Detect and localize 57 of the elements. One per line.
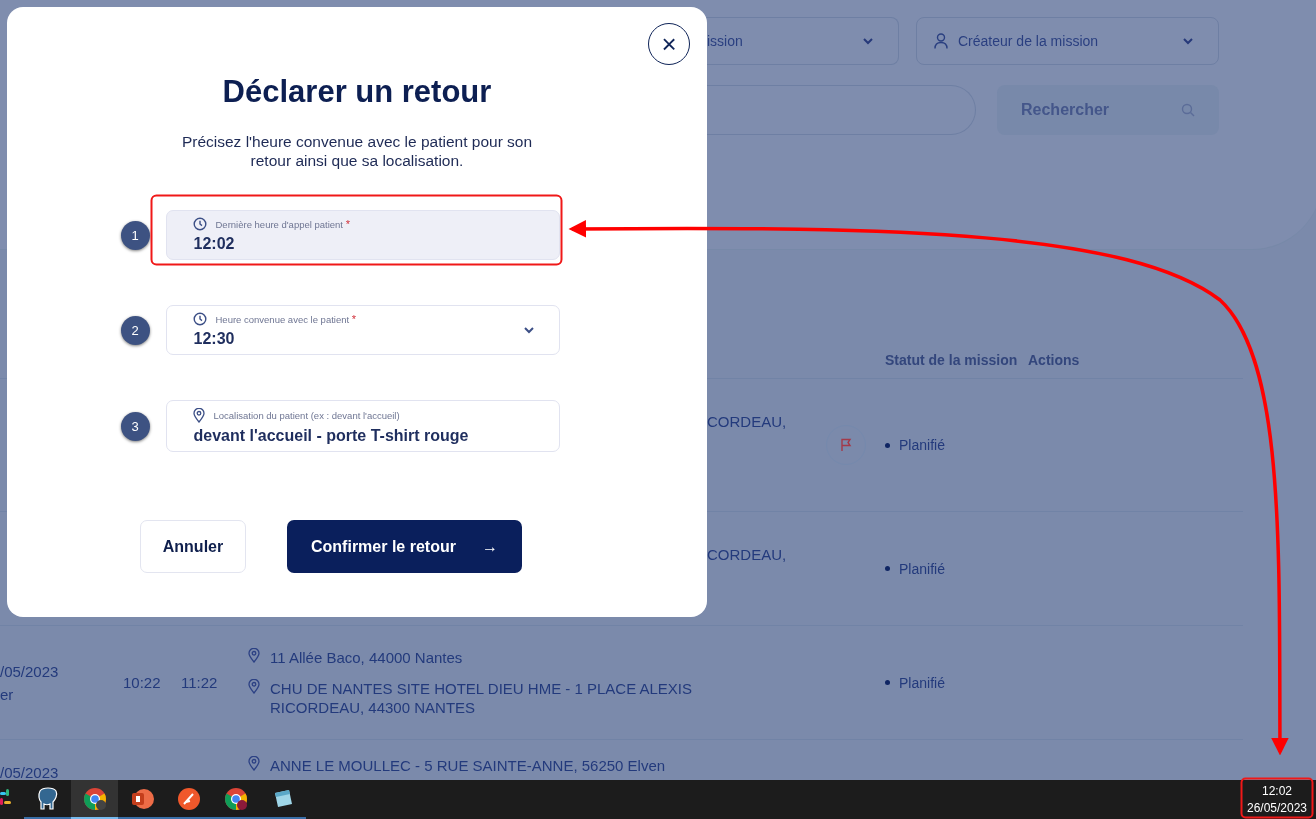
chevron-down-icon — [862, 37, 874, 45]
step-number: 1 — [120, 220, 150, 250]
pin-icon — [248, 648, 260, 663]
dropdown-label: Créateur de la mission — [958, 33, 1099, 49]
browser-icon — [82, 786, 107, 811]
dropoff-address: CHU DE NANTES SITE HOTEL DIEU HME - 1 PLACE ALEXIS RICORDEAU, 44300 NANTES — [270, 679, 694, 717]
pin-icon — [248, 756, 260, 771]
clock-icon — [192, 312, 207, 326]
arrow-icon: → — [482, 537, 498, 556]
dialog-title: Déclarer un retour — [222, 74, 492, 110]
pickup-address: ANNE LE MOULLEC - 5 RUE SAINTE-ANNE, 56250 Elven — [270, 756, 666, 775]
date-cell: /05/2023 — [0, 662, 59, 680]
clock-time: 12:02 — [1262, 782, 1292, 800]
step-number: 2 — [120, 315, 150, 345]
input-field[interactable]: Localisation du patient (ex : devant l'accueil) devant l'accueil - porte T-shirt rouge — [165, 400, 560, 452]
type-cell: er — [0, 685, 14, 703]
time-dropdown[interactable]: Heure convenue avec le patient * 12:30 — [165, 305, 560, 355]
dialog-description: Précisez l'heure convenue avec le patient pour son retour ainsi que sa localisation. — [180, 132, 534, 170]
pickup-address: 11 Allée Baco, 44000 Nantes — [270, 648, 463, 667]
presentation-icon — [129, 786, 154, 811]
person-icon — [934, 33, 948, 49]
confirm-button[interactable]: Confirmer le retour → — [287, 520, 522, 573]
pin-icon — [192, 407, 205, 423]
field-label: Localisation du patient (ex : devant l'accueil) — [213, 409, 400, 421]
status-dot — [885, 680, 890, 685]
status-text: Planifié — [899, 674, 945, 691]
pin-icon — [248, 679, 260, 694]
clock-date: 26/05/2023 — [1246, 799, 1308, 817]
search-icon — [1181, 103, 1195, 117]
field-label: Dernière heure d'appel patient * — [215, 218, 350, 230]
chevron-down-icon — [522, 326, 535, 334]
taskbar-app[interactable] — [71, 780, 118, 819]
field-value: 12:02 — [192, 235, 236, 253]
address-text: CORDEAU, — [707, 413, 787, 430]
step-number: 3 — [120, 411, 150, 441]
clock-icon — [192, 217, 207, 231]
field-value: 12:30 — [192, 330, 236, 348]
cancel-button[interactable]: Annuler — [140, 520, 246, 573]
close-button[interactable]: × — [648, 23, 690, 65]
browser-icon — [223, 786, 248, 811]
feather-icon — [176, 786, 201, 811]
chevron-down-icon — [1182, 37, 1194, 45]
flag-icon — [840, 438, 852, 452]
status-text: Planifié — [899, 560, 945, 577]
field-label: Heure convenue avec le patient * — [215, 313, 357, 325]
elephant-icon — [36, 786, 59, 811]
column-header: Statut de la mission — [885, 352, 1019, 368]
address-text: CORDEAU, — [707, 546, 787, 563]
field-value: devant l'accueil - porte T-shirt rouge — [192, 426, 469, 445]
start-time-cell: 10:22 — [123, 674, 161, 691]
status-dot — [885, 442, 890, 448]
date-cell: /05/2023 — [0, 764, 59, 780]
column-header: Actions — [1028, 352, 1081, 368]
end-time-cell: 11:22 — [181, 674, 218, 691]
status-dot — [885, 566, 890, 571]
status-text: Planifié — [899, 437, 945, 453]
input-field[interactable]: Dernière heure d'appel patient * 12:02 — [165, 210, 560, 260]
